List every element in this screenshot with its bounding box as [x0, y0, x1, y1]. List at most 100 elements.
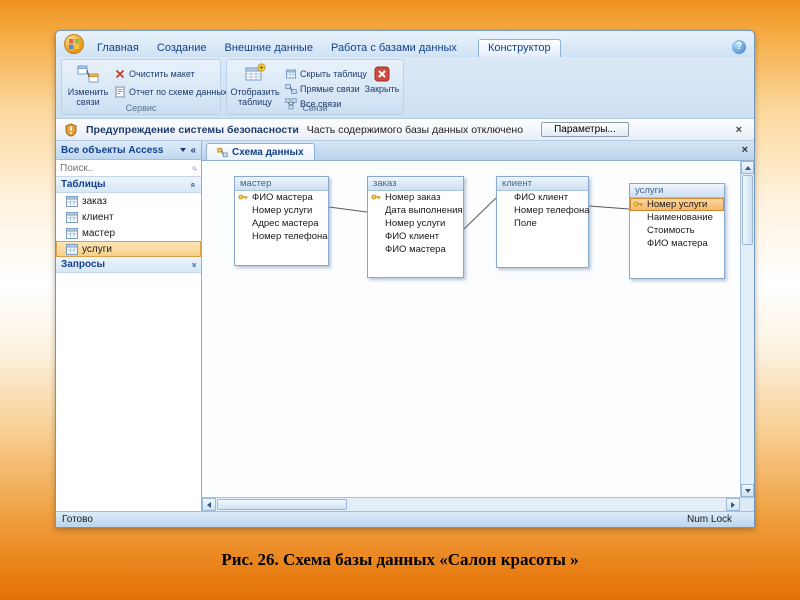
- hide-table-button[interactable]: Скрыть таблицу: [285, 66, 367, 81]
- office-button[interactable]: [64, 34, 84, 54]
- field-row[interactable]: ФИО мастера: [368, 243, 463, 256]
- table-icon: [66, 227, 78, 239]
- vertical-scroll-track[interactable]: [741, 246, 754, 484]
- tab-vneshnie-dannye[interactable]: Внешние данные: [216, 40, 322, 57]
- table-box-zakaz[interactable]: заказ Номер заказ Дата выполнения Номер …: [367, 176, 464, 278]
- table-box-title[interactable]: мастер: [235, 177, 328, 191]
- field-row[interactable]: Адрес мастера: [235, 217, 328, 230]
- status-ready: Готово: [62, 514, 93, 525]
- nav-item-master[interactable]: мастер: [56, 225, 201, 241]
- group-label-service: Сервис: [125, 103, 157, 113]
- collapse-pane-icon[interactable]: «: [190, 145, 196, 156]
- search-input[interactable]: [60, 162, 192, 174]
- show-table-button[interactable]: Отобразить таблицу: [229, 63, 281, 107]
- scroll-up-icon[interactable]: [741, 161, 754, 174]
- close-label: Закрыть: [364, 84, 400, 94]
- help-icon[interactable]: ?: [732, 40, 746, 54]
- chevron-up-icon: «: [188, 181, 199, 188]
- security-bar-close-icon[interactable]: ×: [732, 124, 746, 136]
- field-name: Номер услуги: [647, 199, 708, 210]
- security-warning-title: Предупреждение системы безопасности: [86, 123, 299, 136]
- nav-item-zakaz[interactable]: заказ: [56, 193, 201, 209]
- vertical-scrollbar[interactable]: [740, 161, 754, 497]
- scroll-down-icon[interactable]: [741, 484, 754, 497]
- field-row[interactable]: Номер телефона: [235, 230, 328, 243]
- field-row[interactable]: Наименование: [630, 211, 724, 224]
- nav-section-tables[interactable]: Таблицы «: [56, 177, 201, 193]
- field-name: ФИО клиент: [514, 192, 569, 203]
- field-name: Поле: [514, 218, 537, 229]
- relationships-report-button[interactable]: Отчет по схеме данных: [114, 84, 227, 99]
- document-close-icon[interactable]: ×: [742, 144, 748, 156]
- field-name: ФИО мастера: [252, 192, 313, 203]
- nav-item-uslugi[interactable]: услуги: [56, 241, 201, 257]
- table-box-title[interactable]: заказ: [368, 177, 463, 191]
- clear-layout-icon: [115, 69, 125, 78]
- horizontal-scrollbar[interactable]: [202, 498, 740, 511]
- field-name: Дата выполнения: [385, 205, 463, 216]
- table-box-klient[interactable]: клиент ФИО клиент Номер телефона Поле: [496, 176, 590, 268]
- nav-pane-header[interactable]: Все объекты Access «: [56, 141, 201, 160]
- field-row[interactable]: Номер телефона: [497, 204, 590, 217]
- access-window: Главная Создание Внешние данные Работа с…: [55, 30, 755, 528]
- tab-glavnaya[interactable]: Главная: [88, 40, 148, 57]
- scrollbar-corner: [740, 498, 754, 511]
- security-warning-bar: Предупреждение системы безопасности Част…: [56, 119, 754, 141]
- ribbon-tab-bar: Главная Создание Внешние данные Работа с…: [88, 39, 561, 57]
- key-icon: [371, 194, 381, 200]
- table-box-title[interactable]: клиент: [497, 177, 588, 191]
- direct-relationships-label: Прямые связи: [300, 83, 360, 94]
- edit-relationships-button[interactable]: Изменить связи: [64, 63, 112, 107]
- tab-konstruktor[interactable]: Конструктор: [477, 39, 561, 57]
- vertical-scroll-thumb[interactable]: [742, 175, 753, 245]
- scroll-right-icon[interactable]: [726, 498, 740, 511]
- dropdown-arrow-icon: [180, 148, 187, 152]
- field-row[interactable]: ФИО мастера: [630, 237, 724, 250]
- hide-table-label: Скрыть таблицу: [300, 68, 367, 79]
- tab-rabota-s-bazami[interactable]: Работа с базами данных: [322, 40, 466, 57]
- nav-section-queries[interactable]: Запросы «: [56, 257, 201, 273]
- field-row[interactable]: Поле: [497, 217, 588, 230]
- direct-relationships-button[interactable]: Прямые связи: [285, 81, 367, 96]
- document-tab-label: Схема данных: [232, 146, 304, 158]
- table-box-title[interactable]: услуги: [630, 184, 724, 198]
- table-icon: [66, 243, 78, 255]
- clear-layout-button[interactable]: Очистить макет: [114, 66, 227, 81]
- security-options-button[interactable]: Параметры...: [541, 122, 629, 137]
- nav-pane-title: Все объекты Access: [61, 144, 164, 156]
- field-row[interactable]: ФИО клиент: [497, 191, 588, 204]
- clear-layout-label: Очистить макет: [129, 68, 195, 79]
- table-box-uslugi[interactable]: услуги Номер услуги Наименование Стоимос…: [629, 183, 725, 279]
- table-box-master[interactable]: мастер ФИО мастера Номер услуги Адрес ма…: [234, 176, 329, 266]
- document-tab-bar: Схема данных ×: [202, 141, 754, 161]
- field-row[interactable]: Номер заказ: [368, 191, 463, 204]
- field-row[interactable]: ФИО клиент: [368, 230, 463, 243]
- search-icon[interactable]: [192, 163, 197, 174]
- security-shield-icon: [65, 122, 77, 137]
- nav-pane-empty-area: [56, 273, 201, 511]
- office-logo-icon: [69, 39, 79, 49]
- horizontal-scroll-track[interactable]: [348, 498, 726, 511]
- table-icon: [66, 195, 78, 207]
- show-table-icon: [245, 63, 266, 81]
- status-numlock: Num Lock: [686, 514, 732, 525]
- nav-item-klient[interactable]: клиент: [56, 209, 201, 225]
- ribbon-group-relationships: Отобразить таблицу Скрыть таблицу Прямые…: [226, 59, 404, 115]
- field-row[interactable]: Номер услуги: [235, 204, 328, 217]
- close-relationships-button[interactable]: Закрыть: [361, 63, 403, 94]
- close-icon: [374, 66, 390, 82]
- field-name: Номер услуги: [252, 205, 313, 216]
- scroll-left-icon[interactable]: [202, 498, 216, 511]
- relationships-report-label: Отчет по схеме данных: [129, 86, 228, 97]
- nav-item-label: услуги: [82, 243, 112, 255]
- field-row[interactable]: ФИО мастера: [235, 191, 328, 204]
- field-row[interactable]: Номер услуги: [368, 217, 463, 230]
- tab-schema-dannyh[interactable]: Схема данных: [206, 143, 315, 160]
- tab-sozdanie[interactable]: Создание: [148, 40, 216, 57]
- field-row[interactable]: Стоимость: [630, 224, 724, 237]
- horizontal-scroll-thumb[interactable]: [217, 499, 347, 510]
- field-row[interactable]: Дата выполнения: [368, 204, 463, 217]
- field-name: ФИО клиент: [385, 231, 440, 242]
- field-row-selected[interactable]: Номер услуги: [630, 198, 724, 211]
- field-name: Наименование: [647, 212, 713, 223]
